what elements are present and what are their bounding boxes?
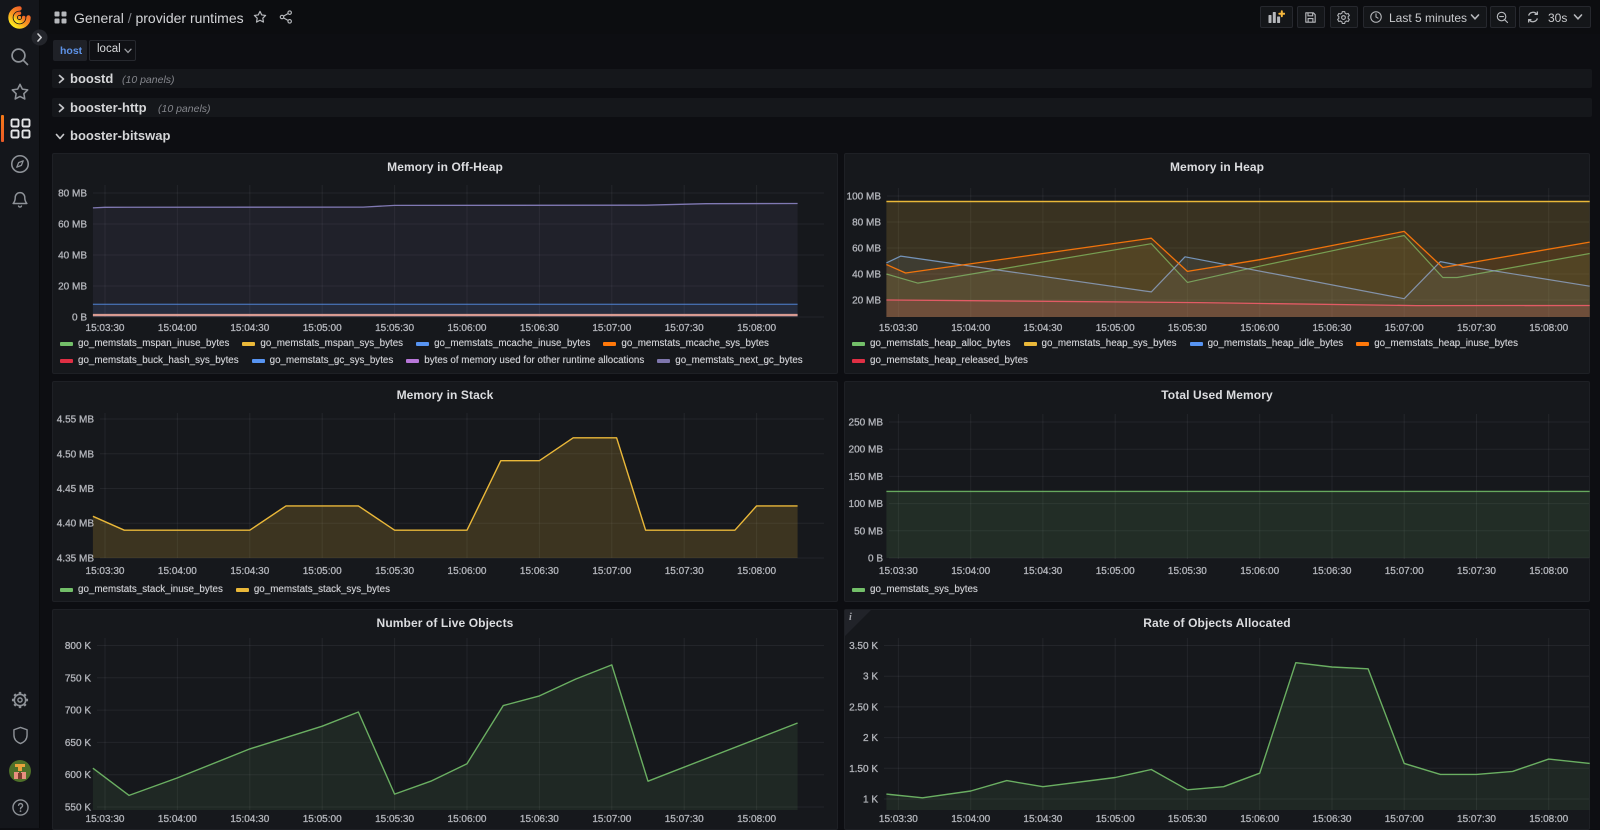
svg-text:100 MB: 100 MB (847, 192, 882, 203)
svg-text:15:04:30: 15:04:30 (1023, 323, 1062, 334)
svg-text:15:07:30: 15:07:30 (665, 814, 704, 825)
svg-text:550 K: 550 K (65, 803, 91, 814)
svg-text:2 K: 2 K (863, 733, 878, 744)
svg-text:15:08:00: 15:08:00 (737, 566, 776, 577)
svg-text:15:03:30: 15:03:30 (879, 323, 918, 334)
svg-text:15:05:00: 15:05:00 (1096, 814, 1135, 825)
svg-text:15:07:00: 15:07:00 (592, 323, 631, 334)
svg-text:80 MB: 80 MB (58, 189, 87, 200)
svg-text:2.50 K: 2.50 K (849, 702, 878, 713)
svg-text:800 K: 800 K (65, 641, 91, 652)
svg-text:15:05:30: 15:05:30 (1168, 814, 1207, 825)
svg-text:15:05:00: 15:05:00 (303, 566, 342, 577)
svg-text:15:08:00: 15:08:00 (1529, 323, 1568, 334)
svg-text:15:06:00: 15:06:00 (1240, 323, 1279, 334)
svg-text:40 MB: 40 MB (852, 270, 881, 281)
svg-text:15:08:00: 15:08:00 (737, 814, 776, 825)
svg-text:15:05:30: 15:05:30 (1168, 566, 1207, 577)
svg-text:1.50 K: 1.50 K (849, 764, 878, 775)
svg-text:15:07:30: 15:07:30 (665, 323, 704, 334)
svg-text:40 MB: 40 MB (58, 251, 87, 262)
svg-text:15:05:30: 15:05:30 (375, 323, 414, 334)
svg-text:15:07:00: 15:07:00 (592, 814, 631, 825)
svg-text:4.55 MB: 4.55 MB (57, 415, 95, 426)
svg-text:15:04:00: 15:04:00 (951, 814, 990, 825)
svg-text:15:05:30: 15:05:30 (375, 814, 414, 825)
svg-text:20 MB: 20 MB (852, 296, 881, 307)
svg-text:15:05:30: 15:05:30 (1168, 323, 1207, 334)
svg-text:700 K: 700 K (65, 706, 91, 717)
svg-text:15:06:00: 15:06:00 (448, 814, 487, 825)
svg-text:15:03:30: 15:03:30 (86, 566, 125, 577)
svg-text:0 B: 0 B (72, 313, 87, 324)
svg-text:0 B: 0 B (868, 554, 883, 565)
svg-text:15:07:00: 15:07:00 (1385, 814, 1424, 825)
svg-text:250 MB: 250 MB (849, 418, 884, 429)
svg-text:15:07:00: 15:07:00 (1385, 323, 1424, 334)
svg-text:600 K: 600 K (65, 770, 91, 781)
svg-text:1 K: 1 K (863, 795, 878, 806)
svg-text:15:06:30: 15:06:30 (520, 323, 559, 334)
svg-text:15:04:00: 15:04:00 (951, 323, 990, 334)
svg-text:50 MB: 50 MB (854, 526, 883, 537)
svg-text:15:05:00: 15:05:00 (1096, 566, 1135, 577)
svg-text:15:07:00: 15:07:00 (1385, 566, 1424, 577)
svg-text:15:04:30: 15:04:30 (230, 814, 269, 825)
svg-text:15:06:00: 15:06:00 (1240, 566, 1279, 577)
svg-text:650 K: 650 K (65, 738, 91, 749)
svg-text:60 MB: 60 MB (852, 244, 881, 255)
svg-text:15:06:30: 15:06:30 (1313, 323, 1352, 334)
svg-text:15:06:00: 15:06:00 (448, 323, 487, 334)
svg-text:15:07:00: 15:07:00 (592, 566, 631, 577)
svg-text:15:06:30: 15:06:30 (1313, 814, 1352, 825)
svg-text:750 K: 750 K (65, 673, 91, 684)
svg-text:4.45 MB: 4.45 MB (57, 484, 95, 495)
svg-text:15:07:30: 15:07:30 (1457, 323, 1496, 334)
svg-text:15:04:00: 15:04:00 (158, 323, 197, 334)
svg-text:4.50 MB: 4.50 MB (57, 449, 95, 460)
svg-text:60 MB: 60 MB (58, 220, 87, 231)
svg-text:15:03:30: 15:03:30 (86, 323, 125, 334)
svg-text:15:06:00: 15:06:00 (448, 566, 487, 577)
svg-text:4.35 MB: 4.35 MB (57, 554, 95, 565)
svg-text:80 MB: 80 MB (852, 218, 881, 229)
svg-text:15:05:30: 15:05:30 (375, 566, 414, 577)
svg-text:15:04:30: 15:04:30 (230, 323, 269, 334)
svg-text:15:03:30: 15:03:30 (86, 814, 125, 825)
svg-text:15:05:00: 15:05:00 (303, 323, 342, 334)
svg-text:4.40 MB: 4.40 MB (57, 519, 95, 530)
svg-text:15:07:30: 15:07:30 (1457, 566, 1496, 577)
svg-text:150 MB: 150 MB (849, 472, 884, 483)
svg-text:15:06:30: 15:06:30 (520, 814, 559, 825)
svg-text:15:08:00: 15:08:00 (737, 323, 776, 334)
svg-text:15:08:00: 15:08:00 (1529, 814, 1568, 825)
svg-text:15:04:00: 15:04:00 (158, 566, 197, 577)
svg-text:15:06:30: 15:06:30 (520, 566, 559, 577)
svg-text:15:08:00: 15:08:00 (1529, 566, 1568, 577)
svg-text:15:07:30: 15:07:30 (1457, 814, 1496, 825)
svg-text:15:06:30: 15:06:30 (1313, 566, 1352, 577)
svg-text:3.50 K: 3.50 K (849, 641, 878, 652)
svg-text:15:05:00: 15:05:00 (1096, 323, 1135, 334)
svg-text:15:04:30: 15:04:30 (1023, 566, 1062, 577)
svg-text:15:06:00: 15:06:00 (1240, 814, 1279, 825)
svg-text:20 MB: 20 MB (58, 282, 87, 293)
svg-text:15:04:00: 15:04:00 (951, 566, 990, 577)
svg-text:100 MB: 100 MB (849, 499, 884, 510)
svg-text:15:05:00: 15:05:00 (303, 814, 342, 825)
svg-text:15:03:30: 15:03:30 (879, 566, 918, 577)
svg-text:15:03:30: 15:03:30 (879, 814, 918, 825)
svg-text:15:04:00: 15:04:00 (158, 814, 197, 825)
svg-text:15:07:30: 15:07:30 (665, 566, 704, 577)
svg-text:200 MB: 200 MB (849, 445, 884, 456)
svg-text:15:04:30: 15:04:30 (1023, 814, 1062, 825)
svg-text:3 K: 3 K (863, 672, 878, 683)
svg-text:15:04:30: 15:04:30 (230, 566, 269, 577)
